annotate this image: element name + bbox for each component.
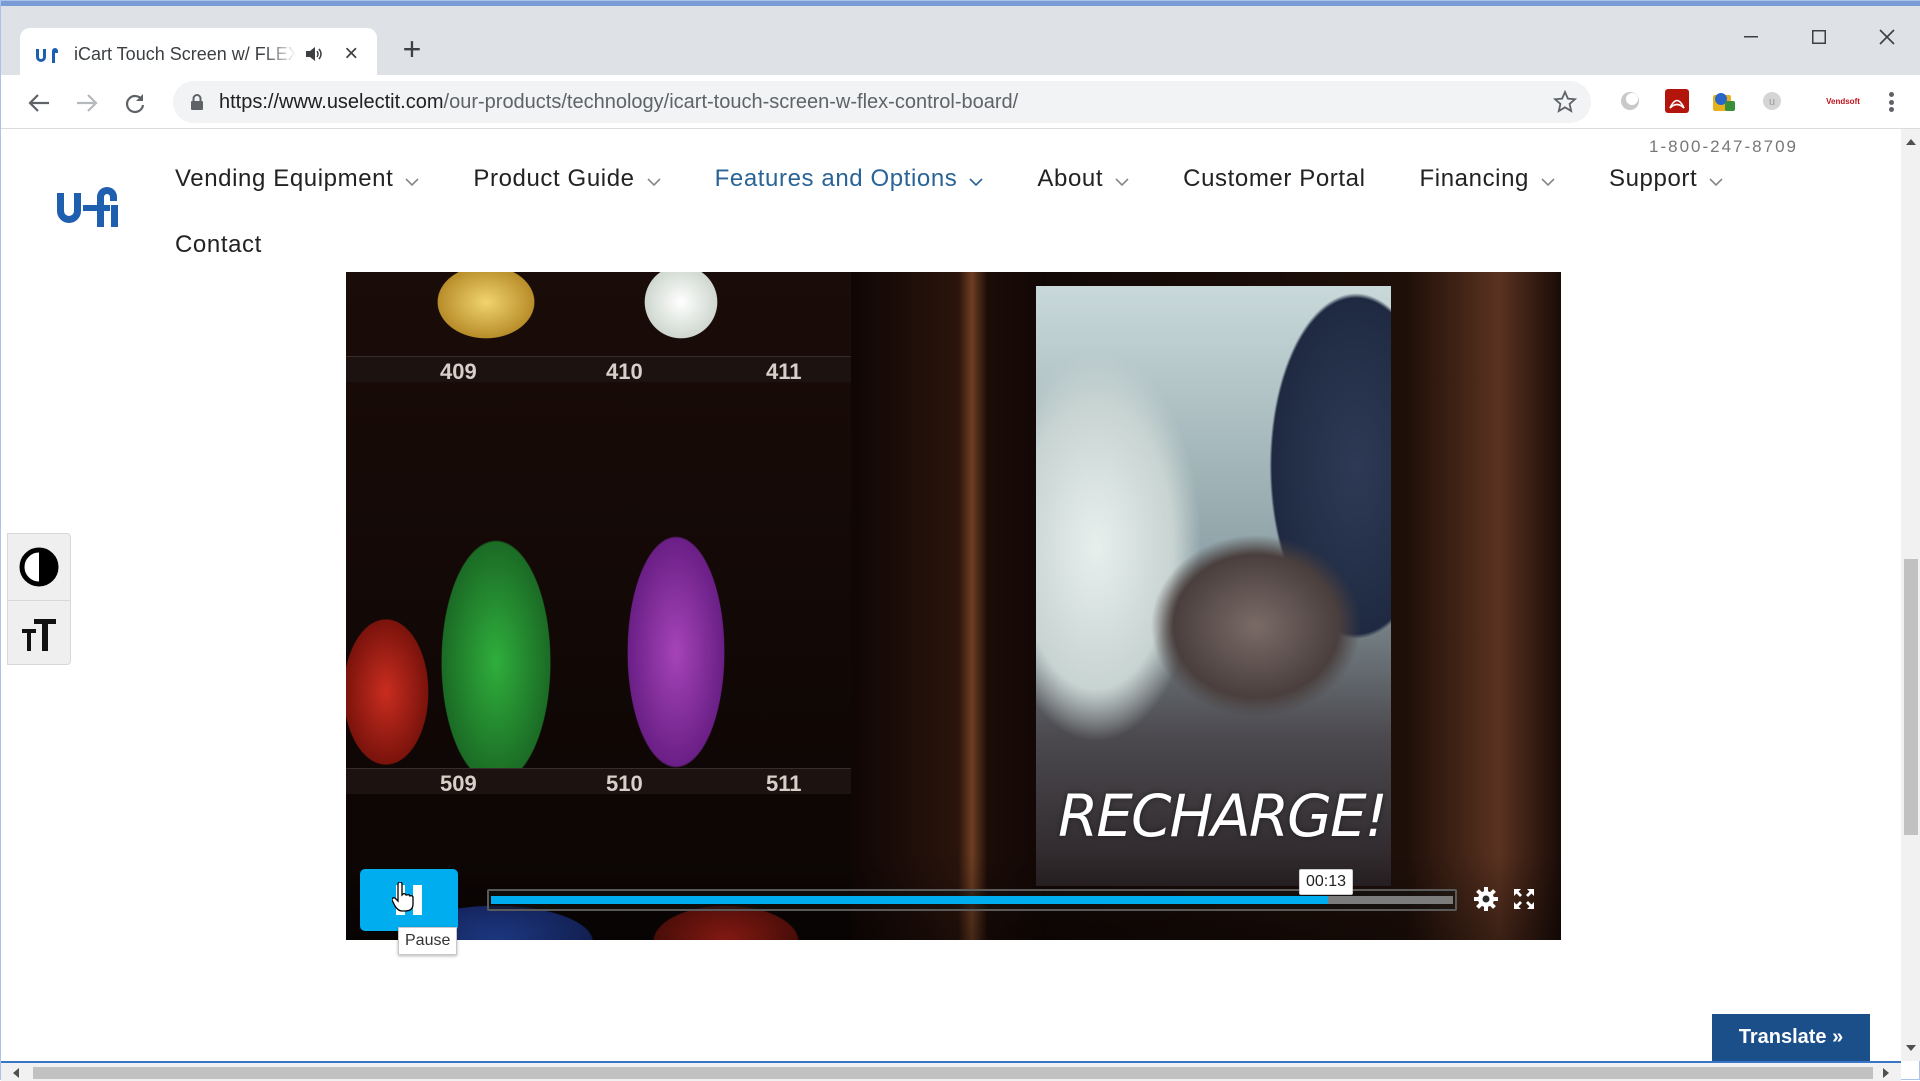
video-overlay-text: RECHARGE! bbox=[1058, 782, 1388, 850]
close-window-icon[interactable] bbox=[1853, 20, 1920, 54]
maximize-icon[interactable] bbox=[1785, 20, 1853, 54]
chevron-down-icon bbox=[405, 178, 419, 187]
fullscreen-icon[interactable] bbox=[1509, 884, 1539, 914]
nav-item-contact[interactable]: Contact bbox=[175, 231, 262, 259]
nav-item-features-and-options[interactable]: Features and Options bbox=[715, 165, 984, 193]
minimize-icon[interactable] bbox=[1717, 20, 1785, 54]
new-tab-icon[interactable]: + bbox=[396, 33, 428, 66]
settings-gear-icon[interactable] bbox=[1471, 884, 1501, 914]
address-bar[interactable]: https://www.uselectit.com/our-products/t… bbox=[173, 81, 1591, 123]
nav-row-secondary: Contact bbox=[175, 225, 1735, 265]
speaker-icon[interactable] bbox=[302, 42, 325, 66]
scroll-left-icon[interactable] bbox=[11, 1067, 21, 1079]
scroll-up-icon[interactable] bbox=[1905, 137, 1917, 147]
nav-item-label: Financing bbox=[1419, 165, 1529, 192]
pause-icon-bar bbox=[413, 885, 422, 915]
url-host: https://www.uselectit.com bbox=[219, 91, 444, 113]
nav-item-financing[interactable]: Financing bbox=[1420, 165, 1555, 193]
svg-text:Vendsoft: Vendsoft bbox=[1826, 97, 1860, 106]
extension-circle-icon[interactable] bbox=[1617, 88, 1643, 114]
shelf-bottom: 509 510 511 bbox=[346, 768, 851, 796]
slot-label: 409 bbox=[440, 359, 477, 384]
phone-number[interactable]: 1-800-247-8709 bbox=[1649, 137, 1798, 157]
nav-row-primary: Vending Equipment Product Guide Features a… bbox=[175, 159, 1735, 199]
site-favicon-icon bbox=[34, 43, 60, 65]
shelf-top: 409 410 411 bbox=[346, 356, 851, 384]
slot-label: 509 bbox=[440, 771, 477, 796]
nav-item-label: Vending Equipment bbox=[175, 165, 394, 192]
player-controls: 00:13 bbox=[346, 852, 1561, 940]
chevron-down-icon bbox=[1709, 178, 1723, 187]
nav-item-customer-portal[interactable]: Customer Portal bbox=[1183, 165, 1365, 193]
forward-icon[interactable] bbox=[69, 85, 105, 121]
accessibility-toolbar bbox=[7, 533, 71, 665]
slot-label: 510 bbox=[606, 771, 643, 796]
scroll-down-icon[interactable] bbox=[1905, 1043, 1917, 1053]
video-frame-left: 409 410 411 509 510 511 bbox=[346, 272, 851, 940]
video-frame-middle bbox=[851, 272, 1046, 940]
text-size-icon[interactable] bbox=[8, 600, 70, 666]
nav-item-label: Features and Options bbox=[714, 165, 958, 192]
scroll-right-icon[interactable] bbox=[1881, 1067, 1891, 1079]
main-nav: Vending Equipment Product Guide Features a… bbox=[175, 159, 1735, 265]
nav-item-support[interactable]: Support bbox=[1609, 165, 1723, 193]
horizontal-scrollbar[interactable] bbox=[1, 1061, 1901, 1081]
tab-title: iCart Touch Screen w/ FLEX Control Board bbox=[74, 43, 297, 64]
nav-item-label: Support bbox=[1609, 165, 1698, 192]
slot-label: 411 bbox=[766, 359, 802, 384]
bookmark-star-icon[interactable] bbox=[1552, 89, 1578, 114]
lock-icon[interactable] bbox=[187, 92, 207, 112]
video-player[interactable]: 409 410 411 509 510 511 RECHARGE! 00:13 bbox=[346, 272, 1561, 940]
chevron-down-icon bbox=[969, 178, 983, 187]
chevron-down-icon bbox=[647, 178, 661, 187]
svg-text:u: u bbox=[1769, 96, 1775, 108]
progress-fill bbox=[491, 896, 1328, 904]
chevron-down-icon bbox=[1115, 178, 1129, 187]
current-time-label: 00:13 bbox=[1298, 869, 1354, 895]
chevron-down-icon bbox=[1541, 178, 1555, 187]
slot-label: 511 bbox=[766, 771, 802, 796]
vendsoft-extension-icon[interactable]: Vendsoft bbox=[1825, 88, 1861, 114]
tab-active[interactable]: iCart Touch Screen w/ FLEX Control Board… bbox=[20, 28, 377, 80]
nav-item-label: Customer Portal bbox=[1183, 165, 1366, 192]
extension-grey-icon[interactable]: u bbox=[1759, 88, 1785, 114]
vertical-scroll-thumb[interactable] bbox=[1904, 559, 1918, 835]
translate-button[interactable]: Translate » bbox=[1712, 1014, 1870, 1061]
horizontal-scroll-thumb[interactable] bbox=[33, 1067, 1873, 1079]
browser-toolbar: https://www.uselectit.com/our-products/t… bbox=[1, 75, 1920, 129]
extension-badge-icon[interactable] bbox=[1711, 88, 1737, 114]
video-progress-bar[interactable]: 00:13 bbox=[487, 869, 1457, 911]
nav-item-vending-equipment[interactable]: Vending Equipment bbox=[175, 165, 419, 193]
close-tab-icon[interactable]: × bbox=[340, 42, 363, 66]
tab-strip: iCart Touch Screen w/ FLEX Control Board… bbox=[1, 1, 1920, 80]
vertical-scrollbar[interactable] bbox=[1901, 129, 1920, 1061]
browser-window: iCart Touch Screen w/ FLEX Control Board… bbox=[0, 0, 1920, 1081]
nav-item-product-guide[interactable]: Product Guide bbox=[473, 165, 661, 193]
hand-cursor-icon bbox=[391, 881, 414, 912]
pdf-extension-icon[interactable] bbox=[1664, 88, 1690, 114]
url-text: https://www.uselectit.com/our-products/t… bbox=[219, 91, 1018, 114]
browser-menu-icon[interactable] bbox=[1879, 89, 1903, 115]
pause-tooltip: Pause bbox=[398, 927, 458, 955]
url-path: /our-products/technology/icart-touch-scr… bbox=[443, 91, 1019, 113]
nav-item-label: Product Guide bbox=[473, 165, 635, 192]
contrast-toggle-icon[interactable] bbox=[8, 534, 70, 600]
slot-label: 410 bbox=[606, 359, 643, 384]
nav-item-label: Contact bbox=[175, 231, 262, 258]
usi-logo[interactable] bbox=[55, 179, 123, 229]
nav-item-about[interactable]: About bbox=[1037, 165, 1129, 193]
back-icon[interactable] bbox=[21, 85, 57, 121]
reload-icon[interactable] bbox=[117, 85, 153, 121]
nav-item-label: About bbox=[1037, 165, 1104, 192]
